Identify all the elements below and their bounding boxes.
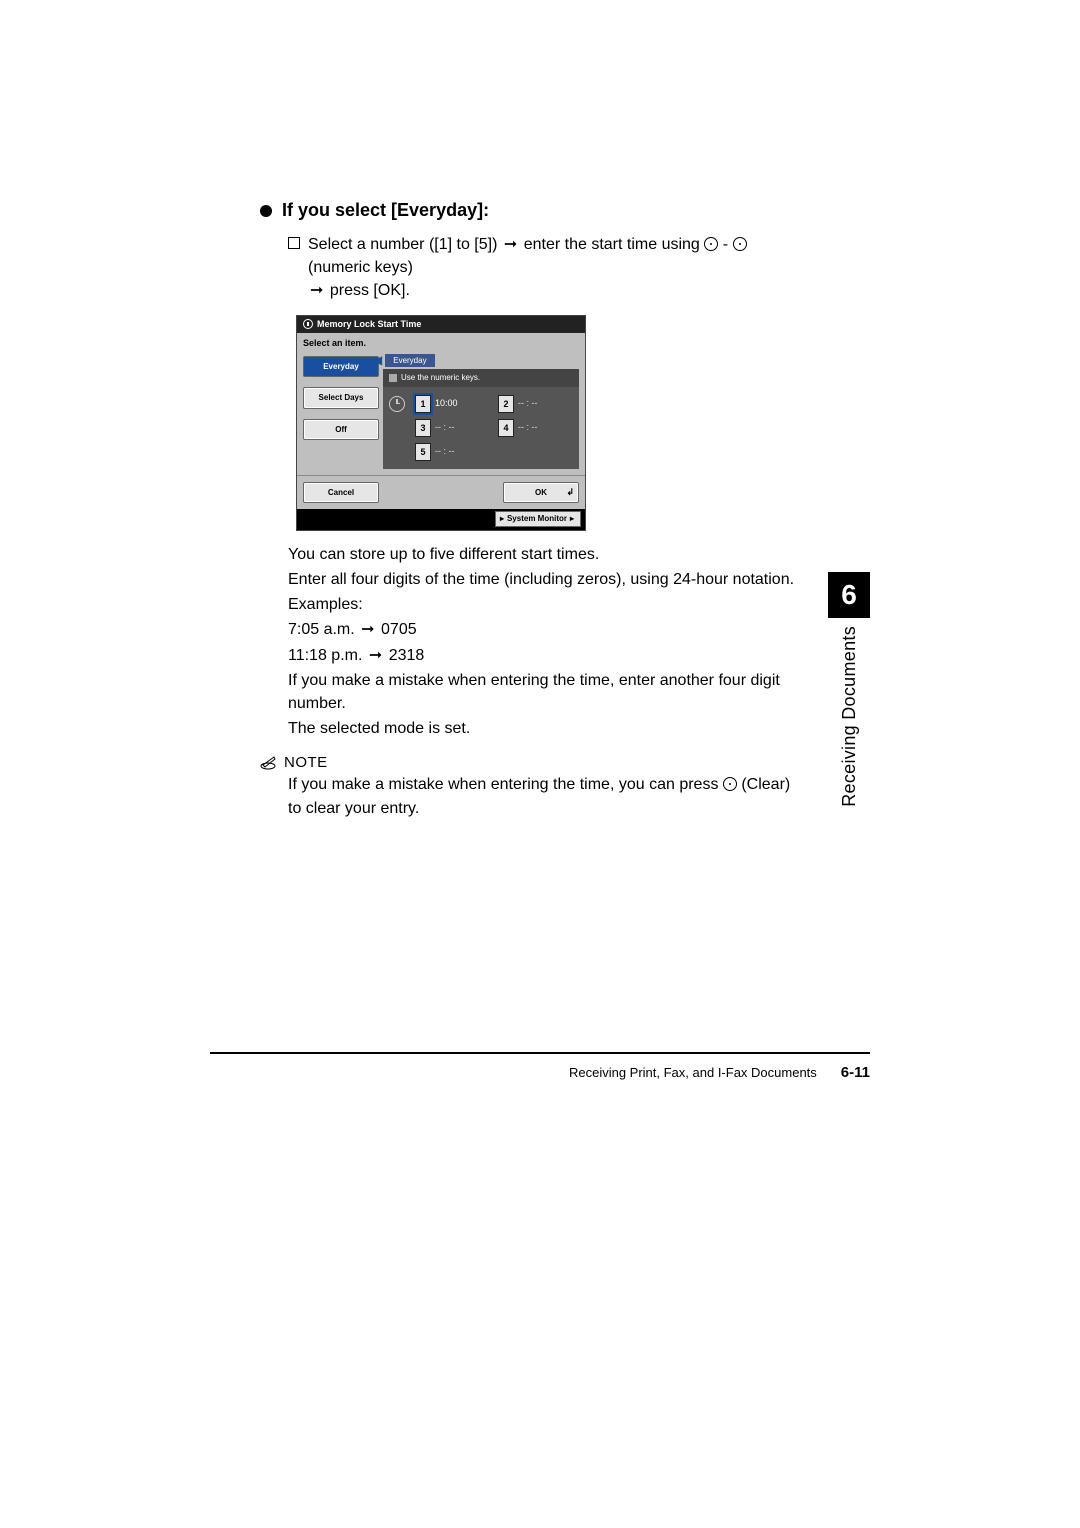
slot-num: 1 bbox=[415, 395, 431, 413]
ok-label: OK bbox=[535, 488, 547, 497]
clock-icon bbox=[389, 396, 405, 412]
arrow-right-icon: ➞ bbox=[369, 644, 382, 667]
chapter-number: 6 bbox=[828, 572, 870, 618]
slot-time: -- : -- bbox=[435, 445, 463, 458]
content-column: If you select [Everyday]: Select a numbe… bbox=[260, 200, 795, 820]
slot-time: -- : -- bbox=[518, 421, 546, 434]
ui-status-bar: ▸ System Monitor ▸ bbox=[297, 509, 585, 530]
page-footer: Receiving Print, Fax, and I-Fax Document… bbox=[210, 1064, 870, 1081]
step-row: Select a number ([1] to [5]) ➞ enter the… bbox=[288, 233, 795, 303]
slot-num: 4 bbox=[498, 419, 514, 437]
system-monitor-button[interactable]: ▸ System Monitor ▸ bbox=[495, 511, 581, 527]
example-time: 11:18 p.m. bbox=[288, 647, 367, 664]
step-block: Select a number ([1] to [5]) ➞ enter the… bbox=[288, 233, 795, 740]
step-text: Select a number ([1] to [5]) ➞ enter the… bbox=[308, 233, 795, 303]
arrow-right-icon: ➞ bbox=[310, 279, 323, 302]
slot-time: -- : -- bbox=[518, 397, 546, 410]
note-label: NOTE bbox=[284, 754, 328, 771]
mode-tab: Everyday bbox=[385, 354, 434, 368]
slot-4[interactable]: 4 -- : -- bbox=[498, 419, 573, 437]
section-heading: If you select [Everyday]: bbox=[260, 200, 795, 221]
slot-time: 10:00 bbox=[435, 397, 463, 410]
chapter-tab: 6 Receiving Documents bbox=[828, 572, 870, 807]
slot-5[interactable]: 5 -- : -- bbox=[415, 443, 490, 461]
body-text: You can store up to five different start… bbox=[288, 543, 795, 741]
arrow-right-icon: ➞ bbox=[504, 233, 517, 256]
bullet-icon bbox=[260, 205, 272, 217]
settings-icon bbox=[303, 319, 313, 329]
slot-3[interactable]: 3 -- : -- bbox=[415, 419, 490, 437]
step-sep: - bbox=[723, 236, 733, 253]
ui-subtitle: Select an item. bbox=[297, 333, 585, 352]
triangle-right-icon: ▸ bbox=[500, 513, 504, 525]
chapter-label: Receiving Documents bbox=[839, 626, 860, 807]
instruction-bar: Use the numeric keys. bbox=[383, 369, 579, 387]
heading-text: If you select [Everyday]: bbox=[282, 200, 489, 221]
slot-time-value: 0:00 bbox=[440, 398, 458, 408]
ui-footer: Cancel OK ↲ bbox=[297, 475, 585, 510]
slot-num: 5 bbox=[415, 443, 431, 461]
footer-section: Receiving Print, Fax, and I-Fax Document… bbox=[569, 1065, 817, 1080]
page: If you select [Everyday]: Select a numbe… bbox=[0, 0, 1080, 1528]
triangle-right-icon: ▸ bbox=[570, 513, 574, 525]
clear-key-icon bbox=[723, 777, 737, 791]
instruction-text: Use the numeric keys. bbox=[401, 372, 480, 384]
example-time: 7:05 a.m. bbox=[288, 621, 359, 638]
everyday-button[interactable]: Everyday bbox=[303, 356, 379, 378]
arrow-right-icon: ➞ bbox=[361, 618, 374, 641]
note-block: NOTE If you make a mistake when entering… bbox=[260, 754, 795, 819]
pencil-note-icon bbox=[260, 756, 278, 770]
note-text-a: If you make a mistake when entering the … bbox=[288, 776, 723, 793]
numeric-key-icon bbox=[704, 237, 718, 251]
numeric-key-icon bbox=[733, 237, 747, 251]
body-line: The selected mode is set. bbox=[288, 717, 795, 740]
time-slots: 1 10:00 2 -- : -- 3 -- : -- bbox=[383, 387, 579, 469]
body-line: Examples: bbox=[288, 593, 795, 616]
enter-icon: ↲ bbox=[566, 486, 574, 499]
keypad-icon bbox=[389, 374, 397, 382]
footer-page-number: 6-11 bbox=[841, 1064, 870, 1081]
note-content: If you make a mistake when entering the … bbox=[288, 773, 795, 819]
step-pre: Select a number ([1] to [5]) bbox=[308, 236, 502, 253]
body-line: You can store up to five different start… bbox=[288, 543, 795, 566]
note-heading: NOTE bbox=[260, 754, 795, 771]
slot-1[interactable]: 1 10:00 bbox=[415, 395, 490, 413]
ui-right-panel: ◀ Everyday Use the numeric keys. 1 10:00 bbox=[383, 352, 585, 469]
slot-num: 3 bbox=[415, 419, 431, 437]
system-monitor-label: System Monitor bbox=[507, 513, 567, 525]
off-button[interactable]: Off bbox=[303, 419, 379, 441]
back-arrow-icon[interactable]: ◀ bbox=[373, 352, 382, 369]
slot-num: 2 bbox=[498, 395, 514, 413]
checkbox-bullet-icon bbox=[288, 237, 300, 249]
slot-time: -- : -- bbox=[435, 421, 463, 434]
example-1: 7:05 a.m. ➞ 0705 bbox=[288, 618, 795, 641]
slot-2[interactable]: 2 -- : -- bbox=[498, 395, 573, 413]
example-2: 11:18 p.m. ➞ 2318 bbox=[288, 644, 795, 667]
body-line: If you make a mistake when entering the … bbox=[288, 669, 795, 715]
body-line: Enter all four digits of the time (inclu… bbox=[288, 568, 795, 591]
select-days-button[interactable]: Select Days bbox=[303, 387, 379, 409]
footer-rule bbox=[210, 1052, 870, 1054]
example-code: 0705 bbox=[381, 621, 417, 638]
mode-tab-row: ◀ Everyday bbox=[383, 352, 579, 369]
example-code: 2318 bbox=[389, 647, 425, 664]
step-mid: enter the start time using bbox=[524, 236, 705, 253]
ui-body: Everyday Select Days Off ◀ Everyday Use … bbox=[297, 352, 585, 475]
ui-title-bar: Memory Lock Start Time bbox=[297, 316, 585, 333]
step-end: press [OK]. bbox=[330, 282, 410, 299]
ui-title-text: Memory Lock Start Time bbox=[317, 318, 421, 331]
cancel-button[interactable]: Cancel bbox=[303, 482, 379, 504]
device-screenshot: Memory Lock Start Time Select an item. E… bbox=[296, 315, 586, 531]
ui-left-panel: Everyday Select Days Off bbox=[297, 352, 383, 469]
ok-button[interactable]: OK ↲ bbox=[503, 482, 579, 504]
step-keys-label: (numeric keys) bbox=[308, 259, 413, 276]
